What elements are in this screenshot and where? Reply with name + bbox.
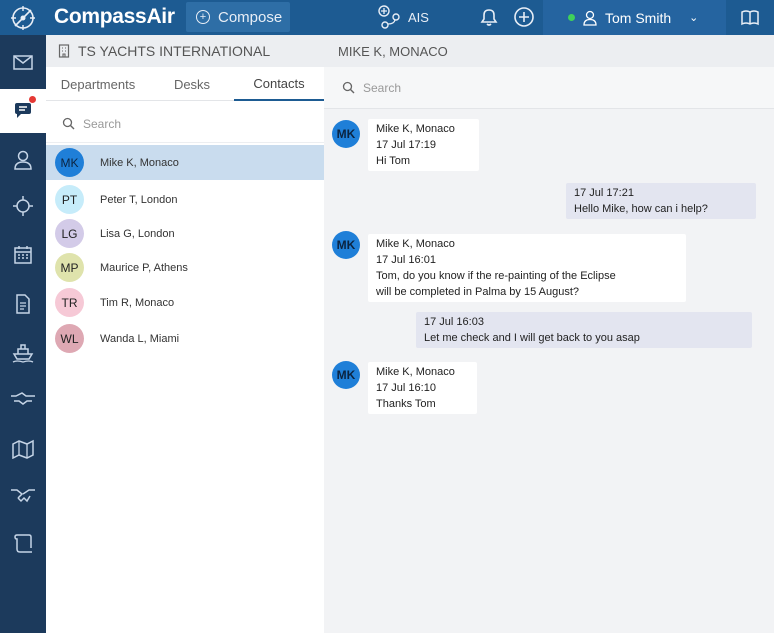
- message-bubble-incoming: Mike K, Monaco 17 Jul 16:10 Thanks Tom: [368, 362, 477, 414]
- sidebar-item-deals[interactable]: [0, 473, 46, 517]
- contacts-panel: TS YACHTS INTERNATIONAL Departments Desk…: [46, 35, 324, 633]
- contact-item[interactable]: WL Wanda L, Miami: [46, 321, 324, 356]
- contact-name: Tim R, Monaco: [100, 296, 175, 309]
- building-icon: [58, 44, 70, 58]
- organization-header: TS YACHTS INTERNATIONAL: [46, 35, 324, 67]
- avatar: MK: [55, 148, 84, 177]
- conversation-panel: MIKE K, MONACO Search MK Mike K, Monaco …: [324, 35, 774, 633]
- unread-badge: [29, 96, 36, 103]
- search-icon: [342, 81, 355, 94]
- avatar: LG: [55, 219, 84, 248]
- sidebar-item-chat[interactable]: [0, 89, 46, 133]
- notifications-bell-icon[interactable]: [477, 5, 501, 34]
- avatar: TR: [55, 288, 84, 317]
- message-text: Tom, do you know if the re-painting of t…: [376, 270, 616, 282]
- compose-button[interactable]: + Compose: [186, 2, 290, 32]
- avatar: WL: [55, 324, 84, 353]
- sidebar-item-documents[interactable]: [0, 282, 46, 326]
- brand-air: Air: [146, 5, 175, 28]
- message-time: 17 Jul 16:10: [376, 382, 436, 394]
- message-text: Let me check and I will get back to you …: [424, 332, 640, 344]
- message-text: Hi Tom: [376, 155, 411, 167]
- message-bubble-incoming: Mike K, Monaco 17 Jul 17:19 Hi Tom: [368, 119, 479, 171]
- conversation-search-placeholder: Search: [363, 80, 402, 95]
- conversation-title: MIKE K, MONACO: [324, 35, 774, 67]
- sidebar-item-map[interactable]: [0, 426, 46, 470]
- scroll-icon: [14, 534, 32, 553]
- contacts-search-placeholder: Search: [83, 116, 122, 131]
- contact-item[interactable]: MP Maurice P, Athens: [46, 250, 324, 285]
- message-bubble-outgoing: 17 Jul 17:21 Hello Mike, how can i help?: [566, 183, 756, 219]
- book-icon[interactable]: [726, 0, 774, 35]
- avatar: MK: [332, 120, 360, 148]
- contact-name: Wanda L, Miami: [100, 332, 180, 345]
- message-sender: Mike K, Monaco: [376, 123, 455, 135]
- message-sender: Mike K, Monaco: [376, 238, 455, 250]
- message-time: 17 Jul 17:19: [376, 139, 436, 151]
- map-icon: [12, 439, 34, 459]
- sidebar-item-contacts[interactable]: [0, 138, 46, 182]
- person-icon: [14, 150, 32, 170]
- sidebar-item-calendar[interactable]: [0, 233, 46, 277]
- handshake-icon: [11, 392, 35, 405]
- brand-compass: Compass: [54, 5, 147, 28]
- sidebar-nav: [0, 35, 46, 633]
- deal-icon: [11, 489, 35, 503]
- message-time: 17 Jul 16:03: [424, 316, 484, 328]
- contact-name: Maurice P, Athens: [100, 261, 188, 274]
- message-bubble-incoming: Mike K, Monaco 17 Jul 16:01 Tom, do you …: [368, 234, 686, 302]
- ais-button[interactable]: AIS: [376, 2, 429, 32]
- avatar: MP: [55, 253, 84, 282]
- online-status-dot: [568, 14, 575, 21]
- sidebar-item-mail[interactable]: [0, 40, 46, 84]
- app-brand: CompassAir: [54, 5, 175, 29]
- message-text: Hello Mike, how can i help?: [574, 203, 708, 215]
- tab-desks[interactable]: Desks: [150, 67, 234, 101]
- avatar: MK: [332, 361, 360, 389]
- compose-label: Compose: [218, 8, 283, 26]
- contact-item[interactable]: MK Mike K, Monaco: [46, 145, 324, 180]
- message-text: will be completed in Palma by 15 August?: [376, 286, 580, 298]
- tab-departments[interactable]: Departments: [46, 67, 150, 101]
- tab-contacts[interactable]: Contacts: [234, 67, 324, 101]
- sidebar-item-agreements[interactable]: [0, 377, 46, 421]
- contact-name: Lisa G, London: [100, 227, 175, 240]
- message-sender: Mike K, Monaco: [376, 366, 455, 378]
- chat-icon: [15, 103, 31, 118]
- contact-item[interactable]: TR Tim R, Monaco: [46, 285, 324, 320]
- user-name: Tom Smith: [605, 9, 672, 26]
- contact-name: Mike K, Monaco: [100, 156, 179, 169]
- plus-icon: +: [196, 10, 210, 24]
- avatar: MK: [332, 231, 360, 259]
- message-text: Thanks Tom: [376, 398, 436, 410]
- message-time: 17 Jul 16:01: [376, 254, 436, 266]
- organization-name: TS YACHTS INTERNATIONAL: [78, 43, 271, 59]
- helm-icon: [13, 196, 33, 216]
- contact-item[interactable]: LG Lisa G, London: [46, 216, 324, 251]
- mail-icon: [13, 55, 33, 70]
- sidebar-item-helm[interactable]: [0, 184, 46, 228]
- calendar-icon: [14, 246, 32, 264]
- message-time: 17 Jul 17:21: [574, 187, 634, 199]
- user-icon: [583, 10, 597, 26]
- panel-tabs: Departments Desks Contacts: [46, 67, 324, 101]
- sidebar-item-logs[interactable]: [0, 521, 46, 565]
- ship-icon: [12, 344, 34, 363]
- search-icon: [62, 117, 75, 130]
- user-menu[interactable]: Tom Smith ⌄: [543, 0, 726, 35]
- contact-name: Peter T, London: [100, 193, 178, 206]
- contacts-search-input[interactable]: Search: [46, 105, 324, 143]
- add-circle-icon[interactable]: [512, 5, 536, 34]
- compass-logo-icon[interactable]: [0, 0, 46, 35]
- chevron-down-icon: ⌄: [689, 12, 699, 24]
- contact-item[interactable]: PT Peter T, London: [46, 182, 324, 217]
- conversation-search-input[interactable]: Search: [324, 67, 774, 109]
- sidebar-item-vessels[interactable]: [0, 330, 46, 374]
- message-bubble-outgoing: 17 Jul 16:03 Let me check and I will get…: [416, 312, 752, 348]
- ais-icon: [378, 5, 400, 29]
- ais-label: AIS: [408, 9, 429, 25]
- avatar: PT: [55, 185, 84, 214]
- document-icon: [16, 294, 30, 314]
- top-bar: CompassAir + Compose AIS Tom Smith ⌄: [0, 0, 774, 35]
